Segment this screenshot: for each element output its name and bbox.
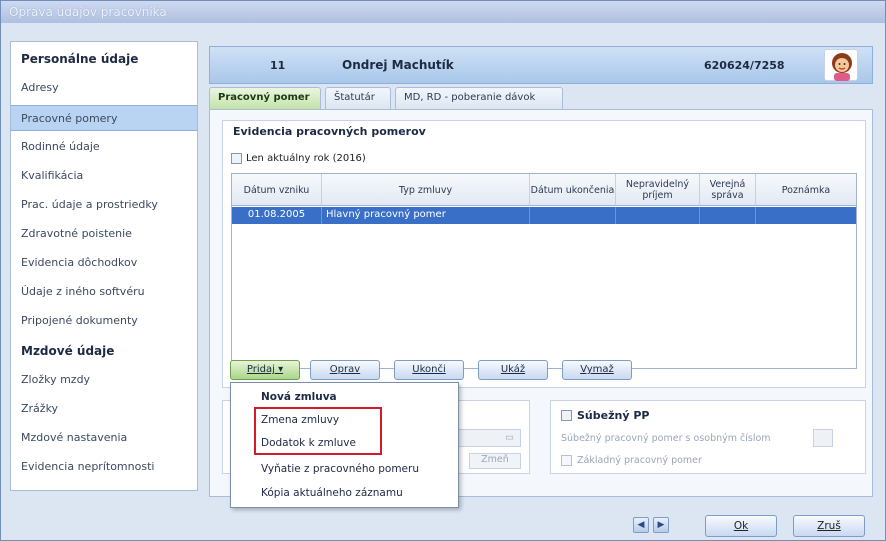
sidebar: Personálne údaje Adresy Pracovné pomery …	[10, 41, 198, 491]
female-avatar-icon	[832, 53, 852, 81]
tab-employment[interactable]: Pracovný pomer	[209, 87, 321, 109]
tab-statutory[interactable]: Štatutár	[325, 87, 391, 109]
base-employment-option[interactable]: Základný pracovný pomer	[561, 455, 702, 466]
cell-note	[756, 207, 856, 224]
current-year-label: Len aktuálny rok (2016)	[246, 152, 366, 164]
employee-id: 620624/7258	[704, 59, 785, 72]
cell-public	[700, 207, 756, 224]
base-employment-label: Základný pracovný pomer	[577, 455, 702, 466]
column-header[interactable]: Poznámka	[756, 174, 856, 206]
menu-item-copy-record[interactable]: Kópia aktuálneho záznamu	[261, 487, 403, 507]
dialog-footer: ◀ ▶ Ok Zruš	[209, 511, 873, 537]
concurrent-title: Súbežný PP	[577, 409, 650, 422]
sidebar-item-health-insurance[interactable]: Zdravotné poistenie	[11, 221, 197, 247]
highlight-annotation	[254, 407, 382, 455]
avatar	[824, 49, 858, 81]
sidebar-item-work-data[interactable]: Prac. údaje a prostriedky	[11, 192, 197, 218]
cell-end-date	[530, 207, 616, 224]
window-title: Oprava údajov pracovníka	[1, 1, 885, 23]
cell-contract-type: Hlavný pracovný pomer	[322, 207, 530, 224]
delete-button[interactable]: Vymaž	[562, 360, 632, 380]
column-header[interactable]: Nepravidelný príjem	[616, 174, 700, 206]
cancel-button[interactable]: Zruš	[793, 515, 865, 537]
sidebar-section-personal: Personálne údaje	[21, 52, 139, 66]
sidebar-item-deductions[interactable]: Zrážky	[11, 396, 197, 422]
cell-irregular	[616, 207, 700, 224]
employee-number: 11	[270, 59, 286, 72]
end-button[interactable]: Ukonči	[394, 360, 464, 380]
previous-arrow-icon[interactable]: ◀	[633, 517, 649, 533]
current-year-checkbox[interactable]	[231, 152, 242, 164]
column-header[interactable]: Typ zmluvy	[322, 174, 530, 206]
add-button[interactable]: Pridaj ▾	[230, 360, 300, 380]
next-arrow-icon[interactable]: ▶	[653, 517, 669, 533]
tab-maternity[interactable]: MD, RD - poberanie dávok	[395, 87, 563, 109]
employee-name: Ondrej Machutík	[342, 58, 454, 72]
group-title: Evidencia pracovných pomerov	[233, 125, 426, 138]
table-row[interactable]: 01.08.2005 Hlavný pracovný pomer	[232, 207, 856, 224]
change-button[interactable]: Zmeň	[469, 453, 521, 469]
employment-table: Dátum vzniku Typ zmluvy Dátum ukončenia …	[231, 173, 857, 369]
disabled-select: ▭	[451, 429, 521, 447]
column-header[interactable]: Verejná správa	[700, 174, 756, 206]
sidebar-item-wage-settings[interactable]: Mzdové nastavenia	[11, 425, 197, 451]
menu-item-exemption[interactable]: Vyňatie z pracovného pomeru	[261, 463, 419, 483]
sidebar-item-documents[interactable]: Pripojené dokumenty	[11, 308, 197, 334]
current-year-filter[interactable]: Len aktuálny rok (2016)	[231, 151, 366, 165]
chevron-down-icon: ▾	[278, 364, 284, 375]
add-button-label: Pridaj	[246, 364, 275, 375]
table-header: Dátum vzniku Typ zmluvy Dátum ukončenia …	[232, 174, 856, 206]
sidebar-item-pensions[interactable]: Evidencia dôchodkov	[11, 250, 197, 276]
sidebar-section-payroll: Mzdové údaje	[21, 344, 115, 358]
employment-records-group: Evidencia pracovných pomerov Len aktuáln…	[222, 120, 866, 388]
sidebar-item-absence[interactable]: Evidencia neprítomnosti	[11, 454, 197, 480]
concurrent-employment-group: Súbežný PP Súbežný pracovný pomer s osob…	[550, 400, 866, 474]
lookup-icon[interactable]	[813, 429, 833, 447]
concurrent-checkbox[interactable]	[561, 410, 572, 421]
concurrent-field-label: Súbežný pracovný pomer s osobným číslom	[561, 433, 771, 444]
sidebar-item-wage-components[interactable]: Zložky mzdy	[11, 367, 197, 393]
sidebar-item-qualification[interactable]: Kvalifikácia	[11, 163, 197, 189]
base-employment-checkbox[interactable]	[561, 455, 572, 466]
column-header[interactable]: Dátum vzniku	[232, 174, 322, 206]
ok-button[interactable]: Ok	[705, 515, 777, 537]
cell-start-date: 01.08.2005	[232, 207, 322, 224]
dropdown-arrow-icon: ▭	[505, 432, 514, 443]
edit-button[interactable]: Oprav	[310, 360, 380, 380]
employee-header: 11 Ondrej Machutík 620624/7258	[209, 46, 873, 84]
sidebar-item-employment[interactable]: Pracovné pomery	[11, 105, 197, 131]
concurrent-toggle[interactable]: Súbežný PP	[561, 409, 649, 422]
show-button[interactable]: Ukáž	[478, 360, 548, 380]
sidebar-item-addresses[interactable]: Adresy	[11, 75, 197, 101]
change-button-label: Zmeň	[481, 454, 509, 465]
edit-employee-window: Oprava údajov pracovníka Personálne údaj…	[0, 0, 886, 541]
column-header[interactable]: Dátum ukončenia	[530, 174, 616, 206]
sidebar-item-family[interactable]: Rodinné údaje	[11, 134, 197, 160]
sidebar-item-other-software[interactable]: Údaje z iného softvéru	[11, 279, 197, 305]
